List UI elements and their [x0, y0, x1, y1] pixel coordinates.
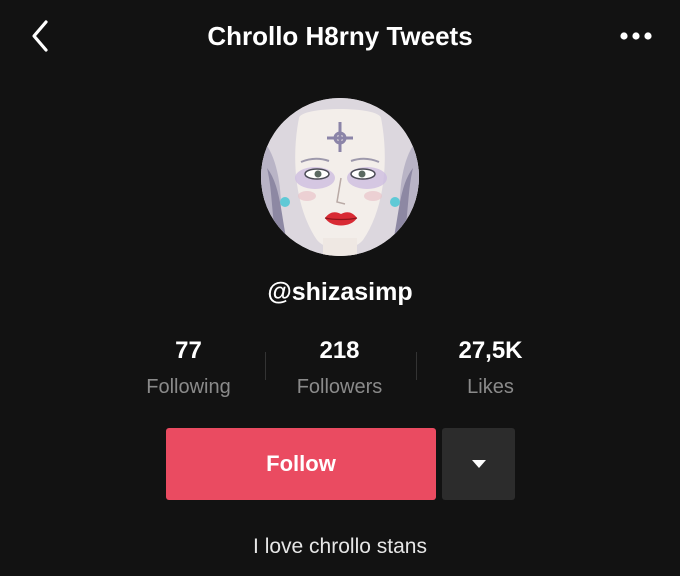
- page-title: Chrollo H8rny Tweets: [207, 21, 473, 51]
- more-dots-icon: [620, 32, 652, 40]
- more-options-button[interactable]: [616, 20, 656, 52]
- username: @shizasimp: [267, 278, 413, 306]
- follow-button[interactable]: Follow: [166, 428, 436, 500]
- suggestions-dropdown-button[interactable]: [442, 428, 515, 500]
- profile-stats: 77 Following 218 Followers 27,5K Likes: [113, 334, 567, 406]
- stat-divider: [265, 352, 266, 380]
- stat-label: Followers: [296, 376, 383, 398]
- caret-down-icon: [471, 460, 486, 468]
- stat-divider: [416, 352, 417, 380]
- bio-text: I love chrollo stans: [253, 535, 427, 558]
- avatar[interactable]: [261, 98, 419, 256]
- stat-value: 77: [175, 337, 202, 364]
- stat-likes[interactable]: 27,5K Likes: [415, 334, 566, 406]
- stat-value: 27,5K: [458, 337, 523, 364]
- avatar-illustration: [261, 98, 419, 256]
- stat-value: 218: [319, 337, 360, 364]
- stat-following[interactable]: 77 Following: [113, 334, 264, 406]
- stat-followers[interactable]: 218 Followers: [264, 334, 415, 406]
- stat-label: Following: [146, 376, 231, 398]
- stat-label: Likes: [467, 376, 514, 398]
- top-bar: Chrollo H8rny Tweets: [0, 0, 680, 72]
